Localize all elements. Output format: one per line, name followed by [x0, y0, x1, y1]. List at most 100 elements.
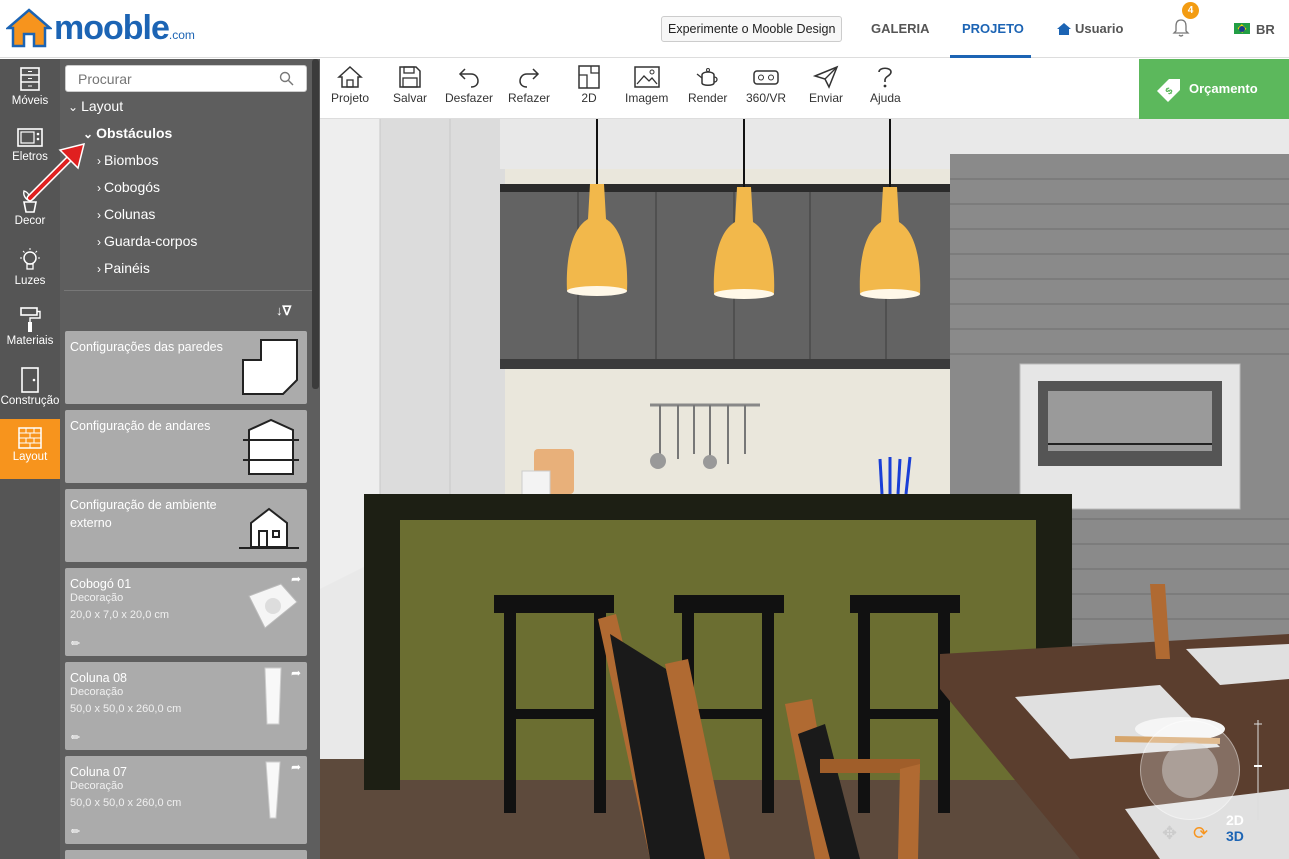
- brazil-flag-icon[interactable]: [1234, 23, 1250, 34]
- tool-help[interactable]: Ajuda: [870, 65, 901, 105]
- camera-orbit-handle[interactable]: [1162, 742, 1218, 798]
- tool-send[interactable]: Enviar: [809, 65, 843, 105]
- nav-user[interactable]: Usuario: [1056, 21, 1123, 36]
- rail-label: Construção: [0, 395, 60, 407]
- card-title: Configuração de ambiente externo: [70, 498, 217, 530]
- tool-render[interactable]: Render: [688, 65, 727, 105]
- chevron-right-icon: ›: [97, 154, 101, 168]
- logo-suffix: .com: [168, 28, 195, 42]
- share-arrow-icon[interactable]: ➦: [291, 760, 301, 774]
- rail-label: Móveis: [11, 95, 49, 107]
- vr-headset-icon: [753, 70, 779, 85]
- card-category: Decoração: [70, 592, 124, 604]
- column-thumbnail-icon: [265, 761, 281, 819]
- tree-label: Layout: [81, 98, 124, 114]
- column-thumbnail-icon: [264, 667, 282, 725]
- card-product[interactable]: [65, 850, 307, 859]
- tree-item-cobogos[interactable]: › Cobogós: [97, 179, 160, 195]
- rail-item-moveis[interactable]: Móveis: [0, 59, 60, 119]
- card-product[interactable]: Coluna 07 Decoração 50,0 x 50,0 x 260,0 …: [65, 756, 307, 844]
- floppy-disk-icon: [399, 66, 421, 88]
- zoom-slider[interactable]: [1254, 720, 1262, 820]
- tree-item-colunas[interactable]: › Colunas: [97, 206, 155, 222]
- user-label: Usuario: [1075, 21, 1124, 36]
- try-mooble-design-button[interactable]: Experimente o Mooble Design: [661, 16, 843, 42]
- card-category: Decoração: [70, 686, 124, 698]
- rail-item-construcao[interactable]: Construção: [0, 359, 60, 419]
- mooble-logo[interactable]: mooble .com: [6, 8, 195, 48]
- tree-item-biombos[interactable]: › Biombos: [97, 152, 158, 168]
- tool-project[interactable]: Projeto: [331, 65, 369, 105]
- home-icon: [1057, 22, 1071, 35]
- card-title: Coluna 07: [70, 765, 127, 779]
- card-floor-settings[interactable]: Configuração de andares: [65, 410, 307, 483]
- tree-label: Obstáculos: [96, 125, 173, 141]
- tree-item-paineis[interactable]: › Painéis: [97, 260, 150, 276]
- toggle-2d-3d[interactable]: 2D 3D: [1226, 812, 1244, 844]
- furniture-icon: [20, 67, 40, 91]
- card-dimensions: 50,0 x 50,0 x 260,0 cm: [70, 797, 182, 809]
- top-bar: mooble .com Experimente o Mooble Design …: [0, 0, 1289, 58]
- tool-redo[interactable]: Refazer: [508, 65, 550, 105]
- teapot-icon: [696, 68, 718, 86]
- tree-label: Cobogós: [104, 179, 161, 195]
- rail-label: Materiais: [6, 335, 54, 347]
- chevron-down-icon: ⌄: [83, 127, 94, 141]
- paint-roller-icon: [20, 307, 41, 332]
- tool-label: Render: [688, 91, 728, 105]
- language-selector[interactable]: BR: [1256, 22, 1275, 37]
- tool-label: Projeto: [331, 91, 370, 105]
- chevron-down-icon: ⌄: [68, 100, 79, 114]
- card-product[interactable]: Coluna 08 Decoração 50,0 x 50,0 x 260,0 …: [65, 662, 307, 750]
- sort-az-icon[interactable]: ↓∇: [276, 303, 291, 319]
- panel-scrollbar[interactable]: [312, 59, 319, 389]
- image-icon: [633, 66, 660, 88]
- card-dimensions: 50,0 x 50,0 x 260,0 cm: [70, 703, 182, 715]
- tree-label: Colunas: [104, 206, 156, 222]
- floors-icon: [243, 418, 299, 475]
- tool-label: Salvar: [393, 91, 428, 105]
- wall-shape-icon: [242, 339, 298, 395]
- tool-image[interactable]: Imagem: [625, 65, 668, 105]
- card-title: Cobogó 01: [70, 577, 132, 591]
- bell-icon[interactable]: [1172, 18, 1190, 38]
- tool-label: Refazer: [508, 91, 551, 105]
- move-arrows-icon[interactable]: ✥: [1162, 823, 1177, 844]
- tool-2d[interactable]: 2D: [578, 65, 600, 105]
- quote-label: Orçamento: [1189, 81, 1258, 96]
- quote-button[interactable]: $ Orçamento: [1139, 59, 1289, 119]
- ruler-icon[interactable]: ✏: [71, 731, 80, 744]
- tree-root-layout[interactable]: ⌄ Layout: [68, 98, 123, 114]
- search-input[interactable]: [66, 66, 266, 91]
- nav-active-indicator: [950, 55, 1031, 58]
- tool-label: Desfazer: [445, 91, 494, 105]
- tool-360-vr[interactable]: 360/VR: [746, 65, 786, 105]
- redo-icon: [519, 68, 540, 88]
- ruler-icon[interactable]: ✏: [71, 825, 80, 838]
- tree-item-guarda-corpos[interactable]: › Guarda-corpos: [97, 233, 197, 249]
- tool-undo[interactable]: Desfazer: [445, 65, 493, 105]
- card-external-settings[interactable]: Configuração de ambiente externo: [65, 489, 307, 562]
- tool-save[interactable]: Salvar: [393, 65, 427, 105]
- card-product[interactable]: Cobogó 01 Decoração 20,0 x 7,0 x 20,0 cm…: [65, 568, 307, 656]
- price-tag-icon: $: [1157, 79, 1180, 102]
- rail-item-luzes[interactable]: Luzes: [0, 239, 60, 299]
- rail-item-materiais[interactable]: Materiais: [0, 299, 60, 359]
- search-icon[interactable]: [279, 71, 294, 86]
- question-mark-icon: [878, 67, 893, 88]
- card-wall-settings[interactable]: Configurações das paredes: [65, 331, 307, 404]
- rotate-icon[interactable]: ⟳: [1193, 823, 1208, 844]
- tool-label: 2D: [581, 91, 597, 105]
- card-title: Coluna 08: [70, 671, 127, 685]
- share-arrow-icon[interactable]: ➦: [291, 666, 301, 680]
- ruler-icon[interactable]: ✏: [71, 637, 80, 650]
- tree-category-obstaculos[interactable]: ⌄ Obstáculos: [83, 125, 172, 141]
- chevron-right-icon: ›: [97, 208, 101, 222]
- nav-project[interactable]: PROJETO: [962, 21, 1024, 36]
- tree-label: Guarda-corpos: [104, 233, 198, 249]
- tree-label: Painéis: [104, 260, 150, 276]
- rail-item-layout[interactable]: Layout: [0, 419, 60, 479]
- undo-icon: [458, 68, 479, 88]
- nav-gallery[interactable]: GALERIA: [871, 21, 930, 36]
- door-icon: [21, 367, 39, 393]
